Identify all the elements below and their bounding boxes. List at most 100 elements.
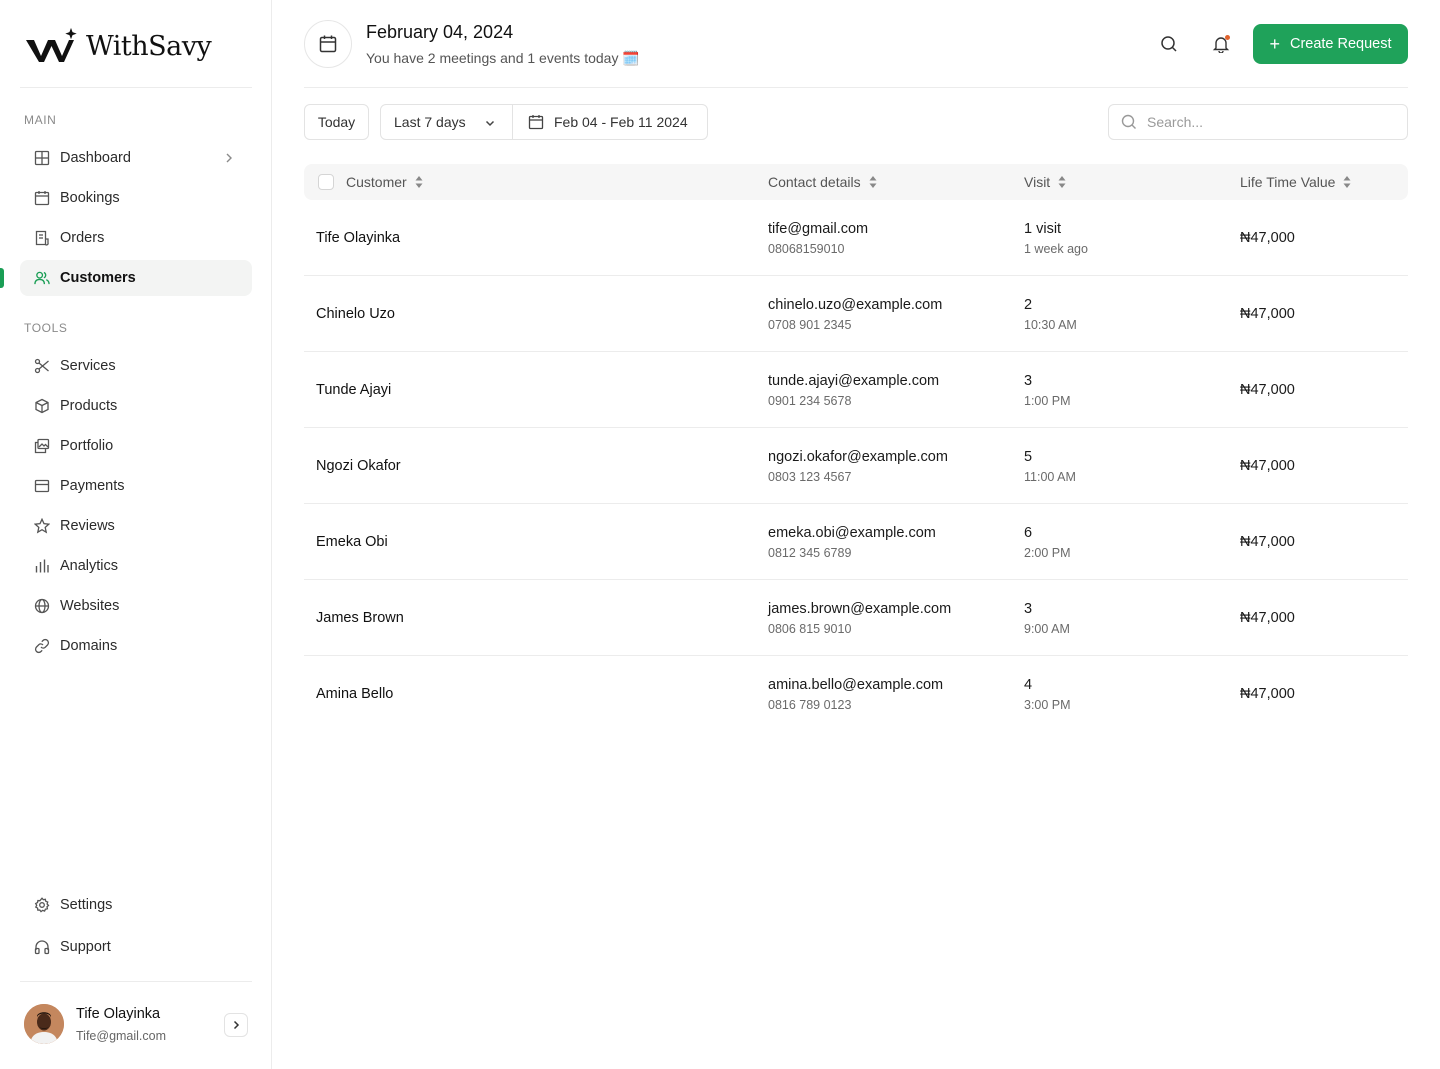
sidebar-item-label: Analytics	[60, 558, 119, 574]
column-header-contact[interactable]: Contact details	[768, 164, 877, 200]
customer-name: Tife Olayinka	[316, 230, 401, 246]
sidebar-item-reviews[interactable]: Reviews	[20, 508, 252, 544]
sidebar-item-orders[interactable]: Orders	[20, 220, 252, 256]
headphones-icon	[34, 939, 50, 955]
customer-email: james.brown@example.com	[768, 601, 952, 617]
table-row[interactable]: James Brown james.brown@example.com 0806…	[304, 580, 1408, 656]
sidebar-item-payments[interactable]: Payments	[20, 468, 252, 504]
customer-phone: 0803 123 4567	[768, 470, 852, 484]
receipt-icon	[34, 230, 50, 246]
link-icon	[34, 638, 50, 654]
date-range-group: Last 7 days Feb 04 - Feb 11 2024	[380, 104, 708, 140]
active-indicator	[0, 268, 4, 288]
table-row[interactable]: Tunde Ajayi tunde.ajayi@example.com 0901…	[304, 352, 1408, 428]
card-icon	[34, 478, 50, 494]
sidebar-item-bookings[interactable]: Bookings	[20, 180, 252, 216]
users-icon	[34, 270, 50, 286]
search-icon	[1121, 114, 1137, 130]
sidebar-item-analytics[interactable]: Analytics	[20, 548, 252, 584]
sidebar-item-dashboard[interactable]: Dashboard	[20, 140, 252, 176]
visit-count: 3	[1024, 601, 1033, 617]
visit-time: 11:00 AM	[1024, 470, 1076, 484]
customer-name: Emeka Obi	[316, 534, 388, 550]
sidebar-item-websites[interactable]: Websites	[20, 588, 252, 624]
table-row[interactable]: Emeka Obi emeka.obi@example.com 0812 345…	[304, 504, 1408, 580]
lifetime-value: ₦47,000	[1240, 382, 1295, 398]
sidebar-item-label: Settings	[60, 897, 113, 913]
column-header-ltv[interactable]: Life Time Value	[1240, 164, 1351, 200]
sort-icon	[1058, 175, 1066, 189]
box-icon	[34, 398, 50, 414]
range-dropdown[interactable]: Last 7 days	[381, 105, 513, 139]
sidebar-item-customers[interactable]: Customers	[20, 260, 252, 296]
visit-count: 5	[1024, 449, 1033, 465]
page-subtitle: You have 2 meetings and 1 events today 🗓…	[366, 50, 640, 66]
user-profile[interactable]: Tife Olayinka Tife@gmail.com	[24, 1004, 248, 1046]
visit-time: 1:00 PM	[1024, 394, 1071, 408]
visit-count: 3	[1024, 373, 1033, 389]
search-input[interactable]	[1147, 114, 1387, 130]
today-button[interactable]: Today	[304, 104, 369, 140]
date-range-picker[interactable]: Feb 04 - Feb 11 2024	[513, 105, 707, 139]
bell-icon[interactable]	[1209, 32, 1233, 56]
create-request-label: Create Request	[1289, 36, 1392, 52]
visit-time: 2:00 PM	[1024, 546, 1071, 560]
column-label: Contact details	[768, 174, 861, 190]
sidebar-item-domains[interactable]: Domains	[20, 628, 252, 664]
customer-name: James Brown	[316, 610, 404, 626]
sidebar-item-label: Bookings	[60, 190, 120, 206]
page-title: February 04, 2024	[366, 22, 514, 42]
sidebar-item-label: Products	[60, 398, 118, 414]
customer-phone: 0806 815 9010	[768, 622, 852, 636]
user-menu-button[interactable]	[224, 1013, 248, 1037]
customer-email: emeka.obi@example.com	[768, 525, 936, 541]
sidebar-item-label: Websites	[60, 598, 120, 614]
visit-time: 1 week ago	[1024, 242, 1088, 256]
column-label: Customer	[346, 174, 407, 190]
sidebar-item-settings[interactable]: Settings	[20, 887, 252, 923]
column-label: Visit	[1024, 174, 1051, 190]
sidebar-item-support[interactable]: Support	[20, 929, 252, 965]
globe-icon	[34, 598, 50, 614]
customer-phone: 08068159010	[768, 242, 845, 256]
sort-icon	[869, 175, 877, 189]
customer-name: Chinelo Uzo	[316, 306, 395, 322]
sidebar-item-services[interactable]: Services	[20, 348, 252, 384]
table-row[interactable]: Chinelo Uzo chinelo.uzo@example.com 0708…	[304, 276, 1408, 352]
section-label-main: MAIN	[24, 113, 57, 127]
user-email: Tife@gmail.com	[76, 1029, 167, 1043]
search-icon[interactable]	[1157, 32, 1181, 56]
search-field[interactable]	[1108, 104, 1408, 140]
visit-time: 10:30 AM	[1024, 318, 1077, 332]
scissors-icon	[34, 358, 50, 374]
plus-icon: +	[1269, 34, 1280, 54]
grid-icon	[34, 150, 50, 166]
column-header-visit[interactable]: Visit	[1024, 164, 1066, 200]
lifetime-value: ₦47,000	[1240, 458, 1295, 474]
calendar-icon	[304, 20, 352, 68]
customer-name: Ngozi Okafor	[316, 458, 401, 474]
section-label-tools: TOOLS	[24, 321, 68, 335]
create-request-button[interactable]: + Create Request	[1253, 24, 1408, 64]
customer-phone: 0812 345 6789	[768, 546, 852, 560]
sort-icon	[415, 175, 423, 189]
table-row[interactable]: Amina Bello amina.bello@example.com 0816…	[304, 656, 1408, 732]
visit-count: 2	[1024, 297, 1033, 313]
sidebar-item-products[interactable]: Products	[20, 388, 252, 424]
customer-phone: 0708 901 2345	[768, 318, 852, 332]
table-row[interactable]: Ngozi Okafor ngozi.okafor@example.com 08…	[304, 428, 1408, 504]
column-header-customer[interactable]: Customer	[346, 164, 423, 200]
chevron-down-icon	[484, 116, 496, 132]
sidebar-item-label: Reviews	[60, 518, 115, 534]
withsavy-logo-icon	[26, 27, 77, 62]
select-all-checkbox[interactable]	[318, 174, 334, 190]
avatar	[24, 1004, 64, 1044]
column-label: Life Time Value	[1240, 174, 1336, 190]
brand-logo[interactable]: WithSavy	[24, 24, 212, 68]
sidebar-item-portfolio[interactable]: Portfolio	[20, 428, 252, 464]
calendar-icon	[34, 190, 50, 206]
lifetime-value: ₦47,000	[1240, 610, 1295, 626]
table-row[interactable]: Tife Olayinka tife@gmail.com 08068159010…	[304, 200, 1408, 276]
sidebar-item-label: Dashboard	[60, 150, 131, 166]
customers-table: Customer Contact details Visit Life Time…	[304, 164, 1408, 732]
